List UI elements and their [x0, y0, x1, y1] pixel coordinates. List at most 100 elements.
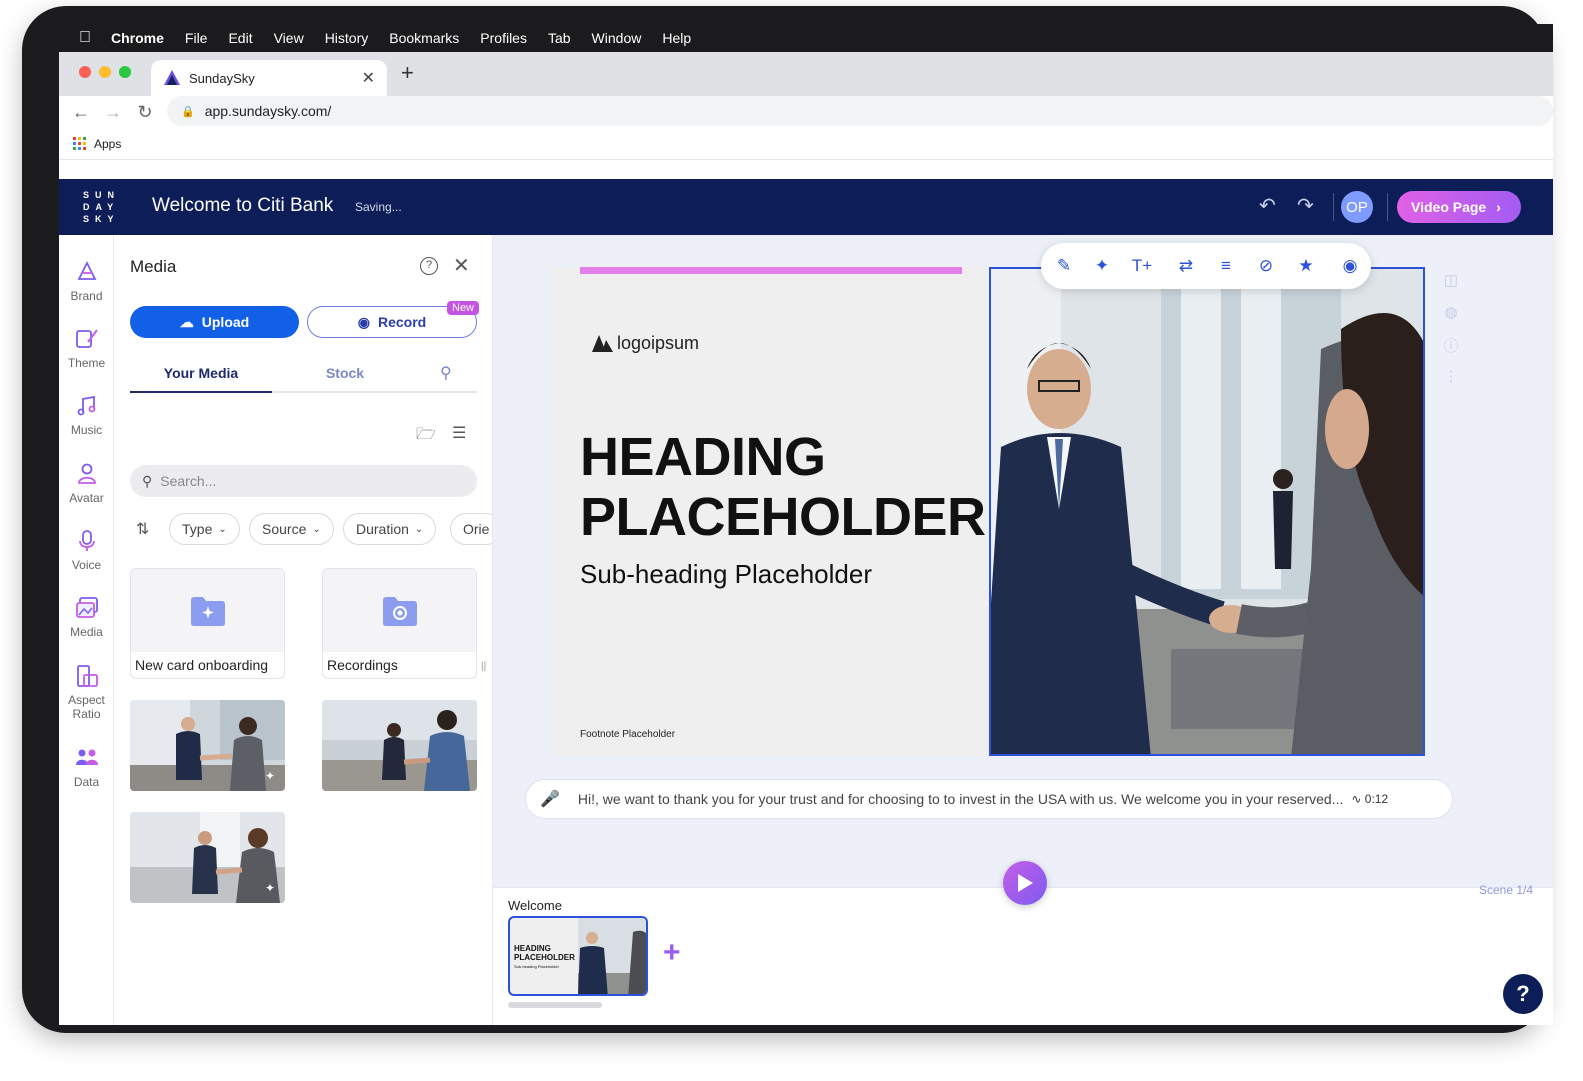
- video-page-button[interactable]: Video Page ›: [1397, 191, 1521, 223]
- folder-label: New card onboarding: [135, 657, 269, 673]
- zoom-window-button[interactable]: [119, 66, 131, 78]
- filter-duration[interactable]: Duration ⌄: [343, 513, 437, 545]
- narration-input[interactable]: 🎤 Hi!, we want to thank you for your tru…: [525, 779, 1453, 819]
- media-search-input[interactable]: ⚲ Search...: [130, 465, 477, 497]
- folder-preview: [131, 569, 284, 652]
- scene-name[interactable]: Welcome: [508, 898, 562, 913]
- add-text-icon[interactable]: T+: [1131, 255, 1153, 277]
- user-avatar[interactable]: OP: [1341, 191, 1373, 223]
- menu-edit[interactable]: Edit: [228, 30, 252, 46]
- microphone-icon[interactable]: 🎤: [540, 789, 560, 809]
- handshake-photo: [991, 269, 1423, 754]
- browser-tab[interactable]: SundaySky ✕: [151, 60, 387, 96]
- slide-heading[interactable]: HEADING PLACEHOLDER: [580, 427, 986, 547]
- rail-label: Theme: [67, 356, 106, 370]
- media-thumbnail[interactable]: ✦: [130, 812, 285, 903]
- app-header: SUN DAY SKY Welcome to Citi Bank Saving...…: [59, 179, 1553, 235]
- slide-footnote[interactable]: Footnote Placeholder: [580, 729, 675, 740]
- palette-icon[interactable]: ◍: [1442, 303, 1460, 321]
- scene-thumbnail[interactable]: HEADING PLACEHOLDER Sub-heading Placehold…: [508, 916, 648, 996]
- redo-icon[interactable]: ↷: [1297, 193, 1314, 218]
- folder-new-card-onboarding[interactable]: New card onboarding: [130, 568, 285, 679]
- media-thumbnail[interactable]: [322, 700, 477, 791]
- menu-view[interactable]: View: [274, 30, 304, 46]
- filter-label: Orie: [463, 521, 490, 537]
- url-field[interactable]: 🔒 app.sundaysky.com/: [167, 96, 1553, 126]
- media-panel: Media ? ✕ ☁ Upload ◉ Record New Your Med…: [114, 235, 493, 1025]
- filter-type[interactable]: Type ⌄: [169, 513, 240, 545]
- minimize-window-button[interactable]: [99, 66, 111, 78]
- play-button[interactable]: [1003, 861, 1047, 905]
- rail-item-data[interactable]: Data: [59, 745, 114, 789]
- slide-preview[interactable]: logoipsum HEADING PLACEHOLDER Sub-headin…: [553, 267, 1425, 756]
- menu-bookmarks[interactable]: Bookmarks: [389, 30, 459, 46]
- preview-eye-icon[interactable]: ◉: [1339, 255, 1361, 277]
- filter-source[interactable]: Source ⌄: [249, 513, 334, 545]
- menu-profiles[interactable]: Profiles: [480, 30, 527, 46]
- rail-item-brand[interactable]: Brand: [59, 259, 114, 303]
- tab-stock[interactable]: Stock: [272, 365, 418, 381]
- rail-item-media[interactable]: Media: [59, 595, 114, 639]
- close-tab-icon[interactable]: ✕: [362, 68, 375, 88]
- rail-item-theme[interactable]: Theme: [59, 326, 114, 370]
- help-button[interactable]: ?: [1503, 974, 1543, 1014]
- sundaysky-logo[interactable]: SUN DAY SKY: [83, 189, 123, 225]
- rail-item-aspect-ratio[interactable]: Aspect Ratio: [59, 663, 114, 721]
- upload-button[interactable]: ☁ Upload: [130, 306, 299, 338]
- folder-preview: [323, 569, 476, 652]
- filter-row: ⇅ Type ⌄ Source ⌄ Duration ⌄ Orie: [130, 513, 493, 545]
- apps-grid-icon[interactable]: [73, 137, 86, 150]
- hide-element-icon[interactable]: ⊘: [1255, 255, 1277, 277]
- rail-item-voice[interactable]: Voice: [59, 528, 114, 572]
- menu-window[interactable]: Window: [592, 30, 642, 46]
- menu-history[interactable]: History: [325, 30, 369, 46]
- replace-media-icon[interactable]: ⇄: [1175, 255, 1197, 277]
- layout-icon[interactable]: ◫: [1442, 271, 1460, 289]
- back-icon[interactable]: ←: [65, 102, 97, 123]
- undo-icon[interactable]: ↶: [1259, 193, 1276, 218]
- chevron-down-icon: ⌄: [414, 523, 424, 535]
- ai-magic-icon[interactable]: ✦: [1091, 255, 1113, 277]
- new-tab-button[interactable]: +: [401, 60, 414, 86]
- video-title[interactable]: Welcome to Citi Bank: [152, 195, 333, 217]
- align-icon[interactable]: ≡: [1215, 255, 1237, 277]
- sort-icon[interactable]: ⇅: [136, 519, 149, 539]
- close-window-button[interactable]: [79, 66, 91, 78]
- folder-recordings[interactable]: Recordings: [322, 568, 477, 679]
- resize-handle[interactable]: ||: [481, 661, 486, 672]
- rail-item-avatar[interactable]: Avatar: [59, 461, 114, 505]
- list-view-icon[interactable]: ☰: [452, 423, 466, 443]
- timeline-scrollbar[interactable]: [508, 1002, 602, 1008]
- media-thumbnail[interactable]: ✦: [130, 700, 285, 791]
- slide-photo[interactable]: [989, 267, 1425, 756]
- menu-tab[interactable]: Tab: [548, 30, 571, 46]
- filter-orientation[interactable]: Orie: [450, 513, 493, 545]
- thumb-heading: HEADING PLACEHOLDER: [514, 944, 575, 962]
- apple-icon[interactable]: : [59, 29, 111, 47]
- window-controls: [79, 66, 131, 78]
- edit-pencil-icon[interactable]: ✎: [1053, 255, 1075, 277]
- new-folder-icon[interactable]: 🗁: [416, 423, 436, 450]
- screen:  Chrome File Edit View History Bookmark…: [59, 24, 1553, 1025]
- more-options-icon[interactable]: ⋮: [1442, 367, 1460, 385]
- slide-subheading[interactable]: Sub-heading Placeholder: [580, 559, 872, 590]
- menu-app-name[interactable]: Chrome: [111, 30, 164, 46]
- rail-item-music[interactable]: Music: [59, 393, 114, 437]
- menu-help[interactable]: Help: [662, 30, 691, 46]
- tab-your-media[interactable]: Your Media: [130, 365, 272, 393]
- effects-icon[interactable]: ★: [1295, 255, 1317, 277]
- help-icon[interactable]: ?: [420, 257, 438, 275]
- filter-label: Duration: [356, 521, 409, 537]
- info-icon[interactable]: ⓘ: [1442, 335, 1460, 355]
- reload-icon[interactable]: ↻: [129, 102, 161, 123]
- forward-icon[interactable]: →: [97, 102, 129, 123]
- slide-logo[interactable]: logoipsum: [591, 333, 699, 354]
- ai-sparkle-icon: ✦: [264, 881, 275, 895]
- close-panel-icon[interactable]: ✕: [453, 253, 470, 278]
- menu-file[interactable]: File: [185, 30, 208, 46]
- add-scene-button[interactable]: +: [663, 936, 681, 970]
- plug-icon[interactable]: ⚲: [440, 363, 452, 383]
- thumb-heading-line-2: PLACEHOLDER: [514, 953, 575, 962]
- heading-line-1: HEADING: [580, 427, 826, 487]
- apps-bookmark[interactable]: Apps: [94, 137, 121, 151]
